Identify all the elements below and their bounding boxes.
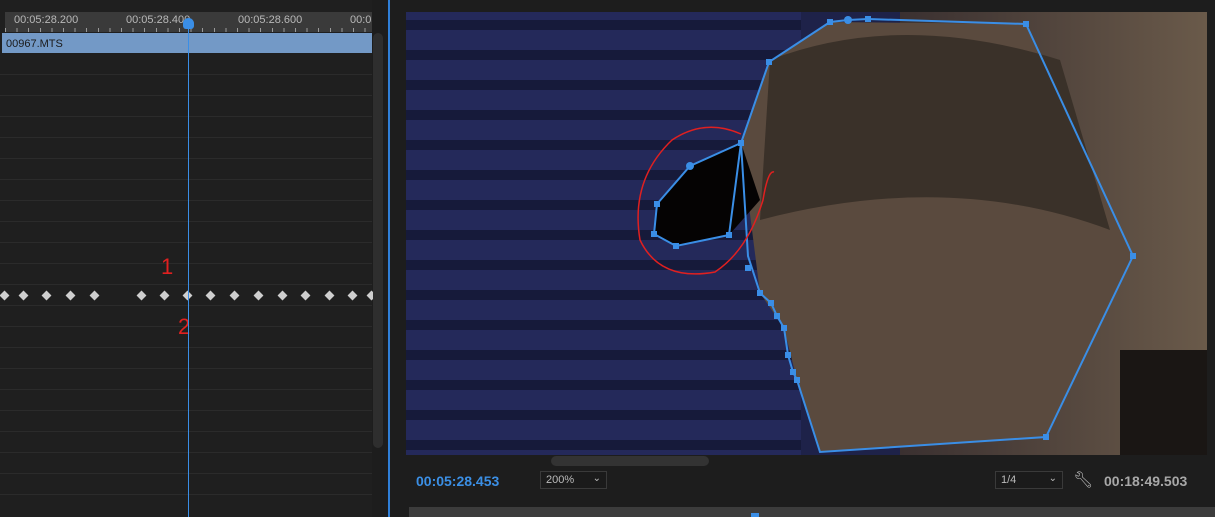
keyframe[interactable] (89, 290, 100, 301)
keyframe[interactable] (0, 290, 10, 301)
keyframe[interactable] (300, 290, 311, 301)
chevron-down-icon: ⌄ (592, 473, 601, 484)
video-frame (406, 12, 1207, 455)
duration-timecode: 00:18:49.503 (1104, 473, 1188, 489)
clip-bar[interactable]: 00967.MTS (2, 33, 372, 53)
keyframe[interactable] (253, 290, 264, 301)
monitor-scrollbar[interactable] (551, 456, 709, 466)
keyframe[interactable] (136, 290, 147, 301)
zoom-dropdown[interactable]: 200% ⌄ (540, 471, 607, 489)
resolution-value: 1/4 (1001, 474, 1017, 486)
wrench-icon[interactable]: 🔧︎ (1073, 470, 1093, 490)
ruler-label: 00:05:28.8 (350, 14, 372, 26)
ruler-label: 00:05:28.600 (238, 14, 303, 26)
keyframe[interactable] (205, 290, 216, 301)
playhead-handle[interactable] (183, 18, 194, 29)
keyframe[interactable] (324, 290, 335, 301)
keyframe[interactable] (41, 290, 52, 301)
current-timecode[interactable]: 00:05:28.453 (416, 473, 499, 489)
keyframe[interactable] (229, 290, 240, 301)
resolution-dropdown[interactable]: 1/4 ⌄ (995, 471, 1063, 489)
keyframe[interactable] (159, 290, 170, 301)
timeline-panel: 00:05:28.200 00:05:28.400 00:05:28.600 0… (0, 0, 377, 517)
annotation-1: 1 (161, 254, 174, 279)
monitor-time-ruler[interactable] (409, 507, 1215, 517)
monitor-playhead[interactable] (751, 513, 759, 517)
keyframe[interactable] (347, 290, 358, 301)
keyframe[interactable] (18, 290, 29, 301)
ruler-label: 00:05:28.400 (126, 14, 191, 26)
zoom-value: 200% (546, 474, 575, 486)
ruler-label: 00:05:28.200 (14, 14, 79, 26)
keyframe[interactable] (277, 290, 288, 301)
playhead-line[interactable] (188, 20, 189, 517)
keyframe[interactable] (65, 290, 76, 301)
timeline-scrollbar[interactable] (373, 33, 383, 448)
panel-divider[interactable] (388, 0, 390, 517)
video-preview[interactable] (406, 12, 1207, 455)
chevron-down-icon: ⌄ (1048, 473, 1057, 484)
